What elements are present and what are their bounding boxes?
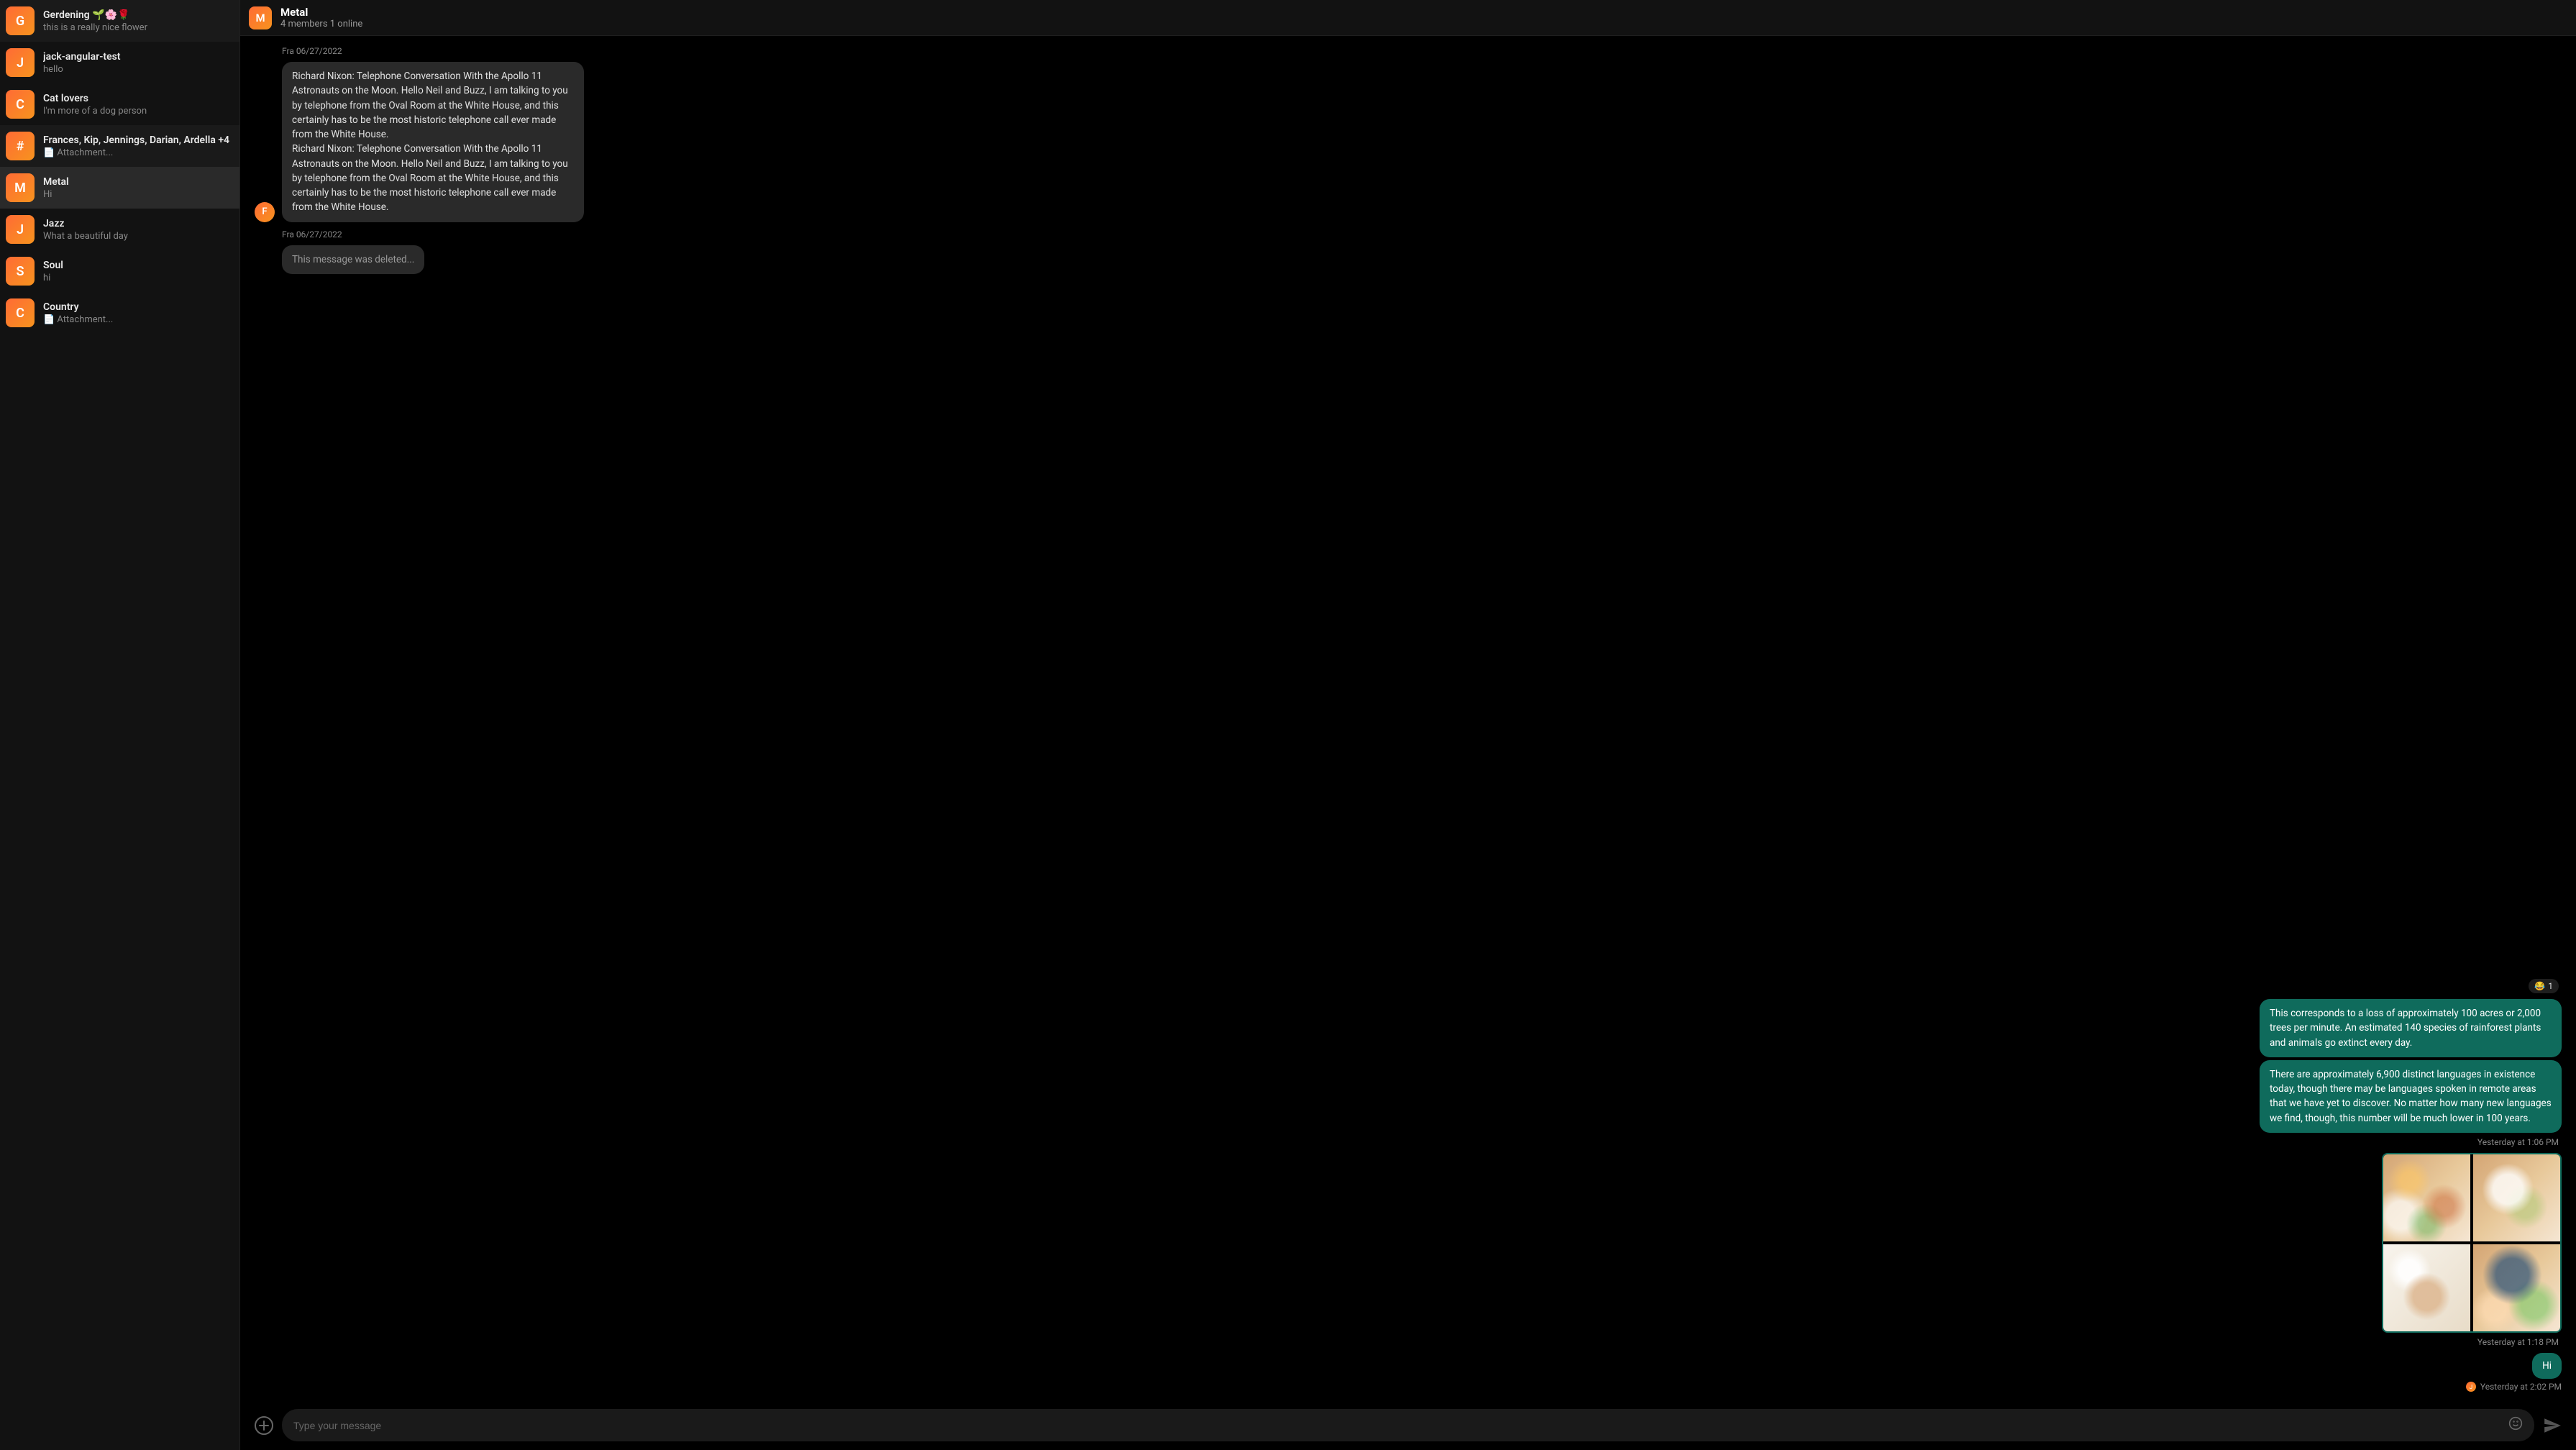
channel-info: jack-angular-testhello: [43, 51, 234, 75]
own-message-bubble[interactable]: There are approximately 6,900 distinct l…: [2260, 1060, 2562, 1133]
channel-preview: Hi: [43, 189, 234, 200]
channel-avatar: J: [6, 215, 35, 244]
channel-info: Cat lovers I'm more of a dog person: [43, 93, 234, 117]
channel-name: Frances, Kip, Jennings, Darian, Ardella …: [43, 134, 234, 146]
channel-preview: hello: [43, 64, 234, 75]
reaction-emoji: 😂: [2534, 981, 2545, 991]
header-avatar: M: [249, 6, 272, 29]
channel-info: Country📄 Attachment...: [43, 301, 234, 325]
read-status: J Yesterday at 2:02 PM: [2466, 1382, 2562, 1392]
deleted-message: This message was deleted...: [282, 245, 424, 274]
emoji-button[interactable]: [2508, 1416, 2523, 1434]
channel-avatar: J: [6, 48, 35, 77]
channel-item[interactable]: # Frances, Kip, Jennings, Darian, Ardella…: [0, 125, 239, 167]
own-message-block: Hi J Yesterday at 2:02 PM: [255, 1353, 2562, 1392]
channel-item[interactable]: S Soul hi: [0, 250, 239, 292]
channel-item[interactable]: J Jazz What a beautiful day: [0, 209, 239, 250]
channel-name: Soul: [43, 260, 234, 271]
plus-icon: [259, 1421, 269, 1431]
channel-name: Cat lovers: [43, 93, 234, 104]
message-timestamp: Yesterday at 2:02 PM: [2480, 1382, 2562, 1392]
message-composer: [240, 1400, 2576, 1450]
message-row: This message was deleted...: [255, 245, 2562, 274]
own-message-bubble[interactable]: Hi: [2532, 1353, 2562, 1379]
channel-info: Frances, Kip, Jennings, Darian, Ardella …: [43, 134, 234, 158]
main-panel: M Metal 4 members 1 online Fra 06/27/202…: [240, 0, 2576, 1450]
channel-info: Gerdening 🌱🌸🌹this is a really nice flowe…: [43, 9, 234, 33]
channel-name: Country: [43, 301, 234, 313]
sender-avatar[interactable]: F: [255, 202, 275, 222]
message-input[interactable]: [293, 1420, 2508, 1431]
message-input-wrap: [282, 1409, 2534, 1441]
channel-avatar: S: [6, 257, 35, 286]
channel-avatar: C: [6, 90, 35, 119]
channel-name: Gerdening 🌱🌸🌹: [43, 9, 234, 21]
message-timestamp: Yesterday at 1:18 PM: [2477, 1337, 2559, 1347]
reaction-chip[interactable]: 😂 1: [2529, 979, 2559, 993]
channel-item[interactable]: G Gerdening 🌱🌸🌹this is a really nice flow…: [0, 0, 239, 42]
send-icon: [2543, 1416, 2562, 1435]
own-message-bubble[interactable]: This corresponds to a loss of approximat…: [2260, 999, 2562, 1057]
message-timestamp: Fra 06/27/2022: [282, 46, 2562, 56]
channel-preview: hi: [43, 273, 234, 283]
channel-info: Jazz What a beautiful day: [43, 218, 234, 242]
channel-item[interactable]: M MetalHi: [0, 167, 239, 209]
header-subtitle: 4 members 1 online: [280, 19, 362, 29]
attachment-image[interactable]: [2473, 1154, 2560, 1241]
channel-item[interactable]: Jjack-angular-testhello: [0, 42, 239, 83]
message-row: F Richard Nixon: Telephone Conversation …: [255, 62, 2562, 222]
channel-avatar: M: [6, 173, 35, 202]
attachment-image[interactable]: [2473, 1244, 2560, 1331]
send-button[interactable]: [2543, 1416, 2562, 1435]
header-title: Metal: [280, 6, 362, 19]
channel-name: Jazz: [43, 218, 234, 229]
channel-preview: 📄 Attachment...: [43, 147, 234, 158]
reaction-count: 1: [2548, 981, 2553, 991]
emoji-icon: [2508, 1416, 2523, 1431]
own-message-block: This corresponds to a loss of approximat…: [255, 999, 2562, 1147]
header-info: Metal 4 members 1 online: [280, 6, 362, 29]
channel-preview: I'm more of a dog person: [43, 106, 234, 117]
channel-avatar: G: [6, 6, 35, 35]
image-attachment-grid[interactable]: [2382, 1153, 2562, 1333]
channel-preview: 📄 Attachment...: [43, 314, 234, 325]
channel-item[interactable]: C Cat lovers I'm more of a dog person: [0, 83, 239, 125]
message-timestamp: Fra 06/27/2022: [282, 229, 2562, 240]
channel-preview: this is a really nice flower: [43, 22, 234, 33]
channel-info: Soul hi: [43, 260, 234, 283]
attachment-image[interactable]: [2383, 1154, 2470, 1241]
attachment-image[interactable]: [2383, 1244, 2470, 1331]
message-timestamp: Yesterday at 1:06 PM: [2477, 1137, 2559, 1147]
channel-avatar: #: [6, 132, 35, 160]
message-list[interactable]: Fra 06/27/2022 F Richard Nixon: Telephon…: [240, 36, 2576, 1400]
channel-sidebar: G Gerdening 🌱🌸🌹this is a really nice flow…: [0, 0, 240, 1450]
channel-info: MetalHi: [43, 176, 234, 200]
channel-avatar: C: [6, 298, 35, 327]
read-receipt-avatar: J: [2466, 1382, 2476, 1392]
channel-preview: What a beautiful day: [43, 231, 234, 242]
attachment-button[interactable]: [255, 1416, 273, 1435]
channel-item[interactable]: C Country📄 Attachment...: [0, 292, 239, 334]
channel-name: jack-angular-test: [43, 51, 234, 63]
channel-name: Metal: [43, 176, 234, 188]
own-message-block: Yesterday at 1:18 PM: [255, 1153, 2562, 1347]
message-bubble[interactable]: Richard Nixon: Telephone Conversation Wi…: [282, 62, 584, 222]
reaction-row: 😂 1: [255, 979, 2559, 993]
chat-header: M Metal 4 members 1 online: [240, 0, 2576, 36]
